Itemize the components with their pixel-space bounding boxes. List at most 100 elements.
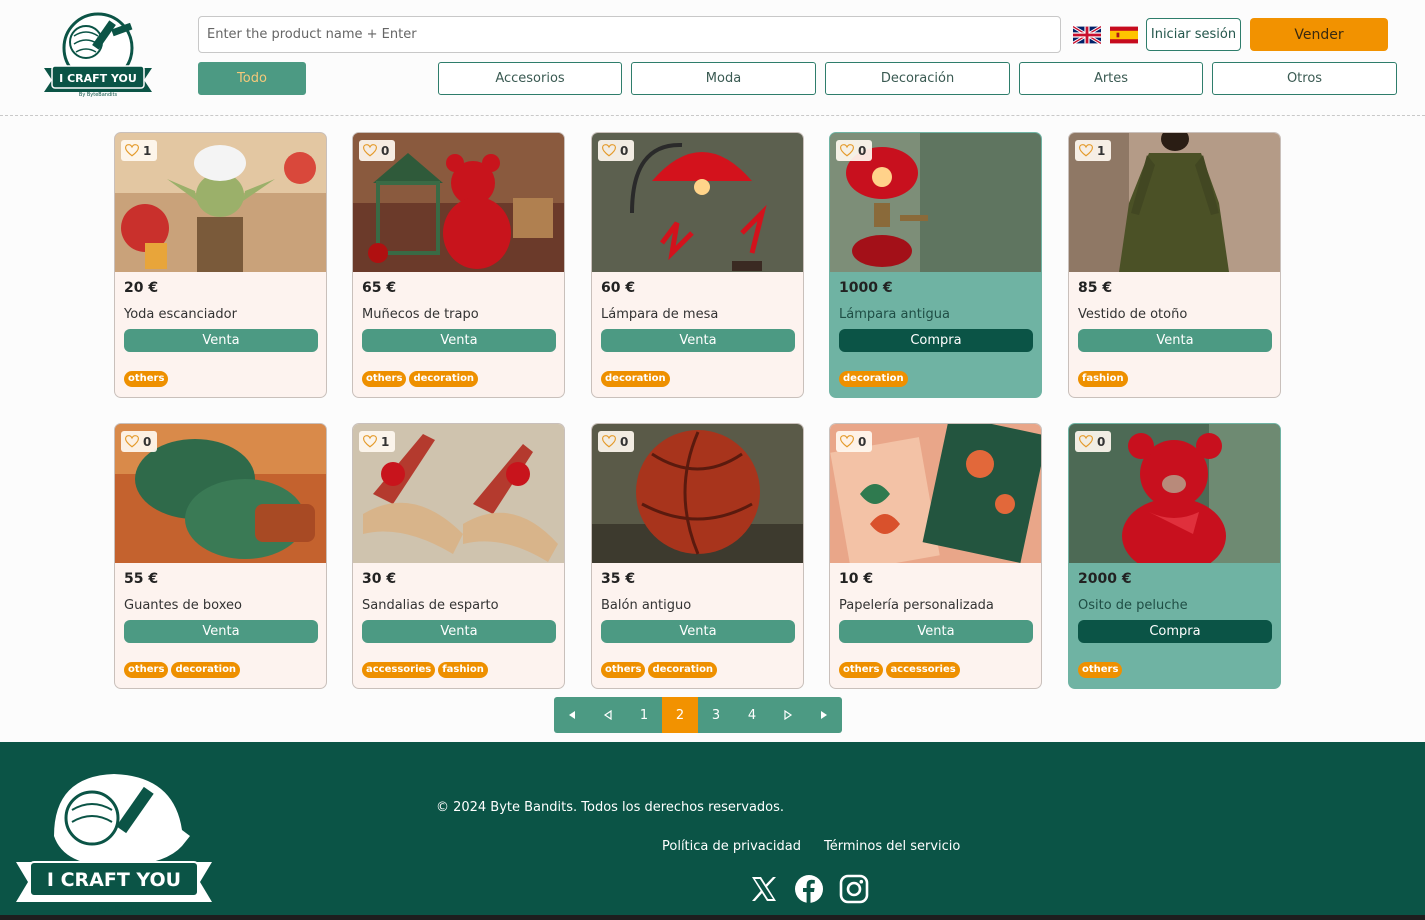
sale-button[interactable]: Venta <box>124 620 318 643</box>
footer-logo-text: I CRAFT YOU <box>47 869 181 891</box>
category-todo[interactable]: Todo <box>198 62 306 95</box>
category-otros[interactable]: Otros <box>1212 62 1397 95</box>
tag[interactable]: others <box>362 371 407 387</box>
like-counter[interactable]: 0 <box>359 140 396 161</box>
site-header: I CRAFT YOU By ByteBandits Iniciar sesió… <box>0 0 1425 116</box>
page-4[interactable]: 4 <box>734 697 770 733</box>
product-card[interactable]: 0 65 € Muñecos de trapo Venta others dec… <box>352 132 565 398</box>
page-2[interactable]: 2 <box>662 697 698 733</box>
sale-button[interactable]: Venta <box>1078 329 1272 352</box>
first-page-icon[interactable] <box>554 697 590 733</box>
product-card[interactable]: 0 60 € Lámpara de mesa Venta decoration <box>591 132 804 398</box>
tag[interactable]: accessories <box>362 662 436 678</box>
copyright-text: © 2024 Byte Bandits. Todos los derechos … <box>435 800 785 815</box>
purchase-button[interactable]: Compra <box>1078 620 1272 643</box>
logo-byline: By ByteBandits <box>79 92 118 98</box>
tag[interactable]: others <box>839 662 884 678</box>
like-count: 0 <box>143 434 152 449</box>
product-name: Sandalias de esparto <box>362 598 499 613</box>
category-decoracion[interactable]: Decoración <box>825 62 1010 95</box>
category-accesorios[interactable]: Accesorios <box>438 62 622 95</box>
page-3[interactable]: 3 <box>698 697 734 733</box>
search-input[interactable] <box>198 16 1061 53</box>
product-price: 30 € <box>362 571 397 587</box>
x-icon[interactable] <box>749 874 779 904</box>
tag[interactable]: accessories <box>886 662 960 678</box>
product-name: Balón antiguo <box>601 598 692 613</box>
tag-list: fashion <box>1078 371 1128 387</box>
tag[interactable]: decoration <box>648 662 718 678</box>
like-counter[interactable]: 0 <box>836 140 873 161</box>
uk-flag-icon[interactable] <box>1073 26 1101 44</box>
product-card[interactable]: 0 1000 € Lámpara antigua Compra decorati… <box>829 132 1042 398</box>
tag-list: others decoration <box>124 662 241 678</box>
product-card[interactable]: 1 20 € Yoda escanciador Venta others <box>114 132 327 398</box>
like-counter[interactable]: 0 <box>598 140 635 161</box>
tag-list: others decoration <box>601 662 718 678</box>
like-counter[interactable]: 1 <box>1075 140 1112 161</box>
site-footer: I CRAFT YOU By ByteBandits © 2024 Byte B… <box>0 742 1425 920</box>
terms-link[interactable]: Términos del servicio <box>824 839 960 854</box>
like-count: 1 <box>143 143 152 158</box>
tag[interactable]: decoration <box>409 371 479 387</box>
instagram-icon[interactable] <box>839 874 869 904</box>
tag[interactable]: others <box>124 371 169 387</box>
like-counter[interactable]: 1 <box>121 140 158 161</box>
sale-button[interactable]: Venta <box>839 620 1033 643</box>
login-button[interactable]: Iniciar sesión <box>1146 18 1241 51</box>
product-price: 1000 € <box>839 280 893 296</box>
product-card[interactable]: 0 35 € Balón antiguo Venta others decora… <box>591 423 804 689</box>
tag[interactable]: fashion <box>438 662 488 678</box>
tag-list: others decoration <box>362 371 479 387</box>
tag[interactable]: others <box>601 662 646 678</box>
last-page-icon[interactable] <box>806 697 842 733</box>
product-name: Papelería personalizada <box>839 598 994 613</box>
product-card[interactable]: 0 2000 € Osito de peluche Compra others <box>1068 423 1281 689</box>
purchase-button[interactable]: Compra <box>839 329 1033 352</box>
tag[interactable]: others <box>124 662 169 678</box>
like-counter[interactable]: 0 <box>121 431 158 452</box>
like-counter[interactable]: 0 <box>598 431 635 452</box>
product-card[interactable]: 0 10 € Papelería personalizada Venta oth… <box>829 423 1042 689</box>
site-logo[interactable]: I CRAFT YOU By ByteBandits <box>38 6 158 104</box>
heart-icon <box>602 144 616 157</box>
tag[interactable]: decoration <box>839 371 908 387</box>
heart-icon <box>125 435 139 448</box>
sale-button[interactable]: Venta <box>124 329 318 352</box>
privacy-link[interactable]: Política de privacidad <box>662 839 801 854</box>
like-counter[interactable]: 0 <box>836 431 873 452</box>
logo-text: I CRAFT YOU <box>59 72 137 85</box>
product-price: 85 € <box>1078 280 1113 296</box>
category-artes[interactable]: Artes <box>1019 62 1203 95</box>
sale-button[interactable]: Venta <box>601 620 795 643</box>
tag[interactable]: fashion <box>1078 371 1128 387</box>
tag[interactable]: others <box>1078 662 1123 678</box>
tag[interactable]: decoration <box>601 371 670 387</box>
sale-button[interactable]: Venta <box>362 620 556 643</box>
next-page-icon[interactable] <box>770 697 806 733</box>
prev-page-icon[interactable] <box>590 697 626 733</box>
sale-button[interactable]: Venta <box>362 329 556 352</box>
product-card[interactable]: 1 30 € Sandalias de esparto Venta access… <box>352 423 565 689</box>
tag[interactable]: decoration <box>171 662 241 678</box>
tag-list: decoration <box>601 371 670 387</box>
like-counter[interactable]: 0 <box>1075 431 1112 452</box>
product-price: 10 € <box>839 571 874 587</box>
es-flag-icon[interactable] <box>1110 26 1138 44</box>
sale-button[interactable]: Venta <box>601 329 795 352</box>
footer-logo[interactable]: I CRAFT YOU By ByteBandits <box>14 766 214 920</box>
category-moda[interactable]: Moda <box>631 62 816 95</box>
product-card[interactable]: 0 55 € Guantes de boxeo Venta others dec… <box>114 423 327 689</box>
tag-list: others <box>124 371 169 387</box>
heart-icon <box>840 144 854 157</box>
like-count: 0 <box>620 143 629 158</box>
page-1[interactable]: 1 <box>626 697 662 733</box>
like-count: 1 <box>381 434 390 449</box>
product-price: 20 € <box>124 280 159 296</box>
facebook-icon[interactable] <box>794 874 824 904</box>
like-counter[interactable]: 1 <box>359 431 396 452</box>
pagination: 1 2 3 4 <box>554 697 842 733</box>
product-card[interactable]: 1 85 € Vestido de otoño Venta fashion <box>1068 132 1281 398</box>
tag-list: others <box>1078 662 1123 678</box>
sell-button[interactable]: Vender <box>1250 18 1388 51</box>
